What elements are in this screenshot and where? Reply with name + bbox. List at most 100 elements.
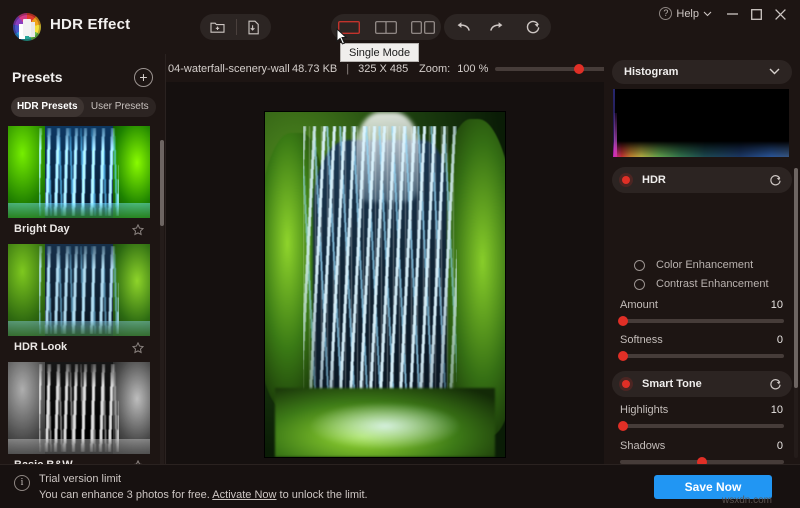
reset-circle-icon[interactable] [769, 378, 782, 391]
section-title: HDR [642, 174, 666, 186]
tab-user-presets[interactable]: User Presets [84, 97, 157, 117]
presets-sidebar: Presets + HDR Presets User Presets Brigh… [0, 54, 166, 464]
preset-item-hdr-look[interactable]: HDR Look [8, 244, 150, 358]
close-button[interactable] [768, 6, 792, 22]
save-file-icon [246, 20, 260, 35]
maximize-icon [750, 8, 762, 20]
single-view-icon [338, 20, 361, 34]
slider-thumb[interactable] [618, 316, 629, 326]
undo-button[interactable] [444, 14, 480, 40]
maximize-button[interactable] [744, 6, 768, 22]
watermark: wsxdn.com [721, 495, 772, 506]
histogram-graph [613, 89, 789, 157]
zoom-slider-thumb[interactable] [574, 64, 585, 74]
preset-item-basic-bw[interactable]: Basic B&W [8, 362, 150, 464]
info-separator: | [346, 63, 350, 75]
add-preset-button[interactable]: + [134, 67, 153, 87]
tab-hdr-presets[interactable]: HDR Presets [11, 97, 84, 117]
preset-thumbnail [8, 362, 150, 454]
image-dimensions: 325 X 485 [358, 63, 409, 75]
slider-thumb[interactable] [697, 457, 707, 464]
preview-image [265, 112, 505, 457]
preset-label-row: Bright Day [8, 218, 150, 240]
histogram-dropdown[interactable]: Histogram [612, 60, 792, 84]
slider-track[interactable] [618, 421, 784, 431]
presets-scrollbar-thumb[interactable] [160, 140, 164, 226]
undo-icon [454, 21, 470, 33]
hdr-effect-window: HDR Effect ? Help 04-waterfall-scenery-w… [0, 0, 800, 508]
adjustments-scrollbar-thumb[interactable] [794, 168, 798, 388]
edit-history-group [444, 14, 551, 40]
slider-value: 0 [776, 440, 783, 452]
reset-button[interactable] [515, 14, 551, 40]
section-toggle-dot[interactable] [622, 380, 630, 388]
zoom-label: Zoom: [419, 63, 451, 75]
slider-highlights: Highlights 10 [612, 402, 792, 431]
presets-scrollbar[interactable] [160, 140, 164, 464]
slider-track[interactable] [618, 316, 784, 326]
minimize-icon [726, 13, 738, 15]
reset-icon [525, 19, 541, 35]
open-image-button[interactable] [200, 14, 236, 40]
redo-button[interactable] [480, 14, 516, 40]
radio-icon[interactable] [634, 278, 645, 290]
file-size: 48.73 KB [292, 63, 338, 75]
split-mode-button[interactable] [368, 14, 405, 40]
slider-softness: Softness 0 [612, 332, 792, 361]
preset-label-row: Basic B&W [8, 454, 150, 464]
slider-value: 0 [776, 334, 783, 346]
open-folder-icon [210, 20, 225, 34]
zoom-value: 100 % [457, 63, 489, 75]
app-title: HDR Effect [50, 16, 131, 33]
info-circle-icon: i [14, 475, 30, 491]
reset-circle-icon[interactable] [769, 174, 782, 187]
radio-color-enhancement[interactable]: Color Enhancement [634, 259, 753, 271]
window-controls [720, 6, 792, 22]
file-name: 04-waterfall-scenery-wallp... [168, 63, 290, 75]
slider-thumb[interactable] [618, 421, 629, 431]
help-menu[interactable]: ? Help [659, 7, 712, 20]
slider-thumb[interactable] [618, 351, 629, 361]
side-by-side-mode-button[interactable] [404, 14, 441, 40]
question-mark-icon: ? [659, 7, 673, 20]
footer-bar: i Trial version limit You can enhance 3 … [0, 464, 800, 508]
star-outline-icon[interactable] [131, 223, 145, 236]
preset-thumbnail [8, 126, 150, 218]
radio-label: Contrast Enhancement [656, 278, 769, 290]
preset-item-bright-day[interactable]: Bright Day [8, 126, 150, 240]
trial-notice: i Trial version limit You can enhance 3 … [14, 471, 368, 503]
star-outline-icon[interactable] [131, 341, 145, 354]
file-tool-group [200, 14, 271, 40]
tooltip-single-mode: Single Mode [340, 43, 420, 62]
minimize-button[interactable] [720, 6, 744, 22]
adjustments-panel: Histogram HDR Color Enhancement Contrast… [604, 56, 800, 464]
activate-now-link[interactable]: Activate Now [212, 489, 276, 501]
presets-list: Bright Day HDR Look [8, 126, 165, 464]
radio-label: Color Enhancement [656, 259, 754, 271]
slider-value: 10 [770, 299, 783, 311]
split-view-icon [375, 20, 397, 34]
adjustments-scrollbar[interactable] [794, 168, 798, 458]
presets-title: Presets [12, 69, 63, 85]
slider-track[interactable] [618, 351, 784, 361]
chevron-down-icon [769, 66, 780, 78]
side-by-side-view-icon [410, 20, 435, 34]
help-label: Help [676, 7, 699, 20]
section-toggle-dot[interactable] [622, 176, 630, 184]
preset-thumbnail [8, 244, 150, 336]
slider-value: 10 [770, 404, 783, 416]
radio-contrast-enhancement[interactable]: Contrast Enhancement [634, 278, 769, 290]
save-image-button[interactable] [235, 14, 272, 40]
image-canvas[interactable] [166, 82, 604, 464]
section-smart-tone[interactable]: Smart Tone [612, 371, 792, 397]
preset-label-row: HDR Look [8, 336, 150, 358]
trial-text-after: to unlock the limit. [276, 489, 368, 501]
slider-label: Amount [620, 299, 658, 311]
preset-name: HDR Look [14, 341, 68, 353]
radio-icon[interactable] [634, 259, 645, 271]
single-mode-button[interactable] [331, 14, 368, 40]
slider-label: Softness [620, 334, 663, 346]
section-hdr[interactable]: HDR [612, 167, 792, 193]
redo-icon [489, 21, 506, 33]
section-title: Smart Tone [642, 378, 702, 390]
